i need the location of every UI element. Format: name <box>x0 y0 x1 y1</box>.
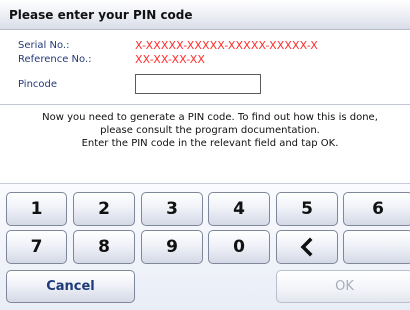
key-2-label: 2 <box>98 199 110 219</box>
key-8[interactable]: 8 <box>73 230 135 264</box>
key-0-label: 0 <box>233 237 245 257</box>
key-5[interactable]: 5 <box>276 192 338 226</box>
keypad: 1 2 3 4 5 6 7 8 9 0 Cancel OK <box>0 183 410 310</box>
instruction-line-1: Now you need to generate a PIN code. To … <box>42 112 378 123</box>
serial-value: X-XXXXX-XXXXX-XXXXX-XXXXX-X <box>135 39 318 52</box>
key-4-label: 4 <box>233 199 245 219</box>
key-7-label: 7 <box>30 237 43 257</box>
instruction-line-3: Enter the PIN code in the relevant field… <box>81 138 339 149</box>
cancel-label: Cancel <box>46 279 95 294</box>
blank-key[interactable] <box>343 230 410 264</box>
backspace-button[interactable] <box>276 230 338 264</box>
key-7[interactable]: 7 <box>6 230 67 264</box>
cancel-button[interactable]: Cancel <box>6 270 135 303</box>
key-9-label: 9 <box>166 237 178 257</box>
dialog-title: Please enter your PIN code <box>9 8 193 22</box>
key-3[interactable]: 3 <box>141 192 203 226</box>
serial-label: Serial No.: <box>18 40 70 51</box>
instruction-line-2: please consult the program documentation… <box>100 125 320 136</box>
key-0[interactable]: 0 <box>208 230 270 264</box>
title-bar: Please enter your PIN code <box>0 0 410 30</box>
pincode-label: Pincode <box>18 79 58 90</box>
pin-entry-dialog: Please enter your PIN code Serial No.: X… <box>0 0 410 310</box>
ok-label: OK <box>335 279 354 294</box>
key-3-label: 3 <box>166 199 178 219</box>
pincode-input[interactable] <box>135 74 261 94</box>
key-1-label: 1 <box>30 199 43 219</box>
key-4[interactable]: 4 <box>208 192 270 226</box>
key-6-label: 6 <box>372 199 384 219</box>
separator <box>0 104 410 105</box>
ok-button[interactable]: OK <box>276 270 410 303</box>
key-1[interactable]: 1 <box>6 192 67 226</box>
chevron-left-icon <box>300 237 313 257</box>
key-8-label: 8 <box>98 237 110 257</box>
key-5-label: 5 <box>301 199 313 219</box>
reference-value: XX-XX-XX-XX <box>135 53 206 66</box>
instructions: Now you need to generate a PIN code. To … <box>0 111 410 150</box>
key-2[interactable]: 2 <box>73 192 135 226</box>
reference-label: Reference No.: <box>18 54 92 65</box>
key-6[interactable]: 6 <box>343 192 410 226</box>
key-9[interactable]: 9 <box>141 230 203 264</box>
